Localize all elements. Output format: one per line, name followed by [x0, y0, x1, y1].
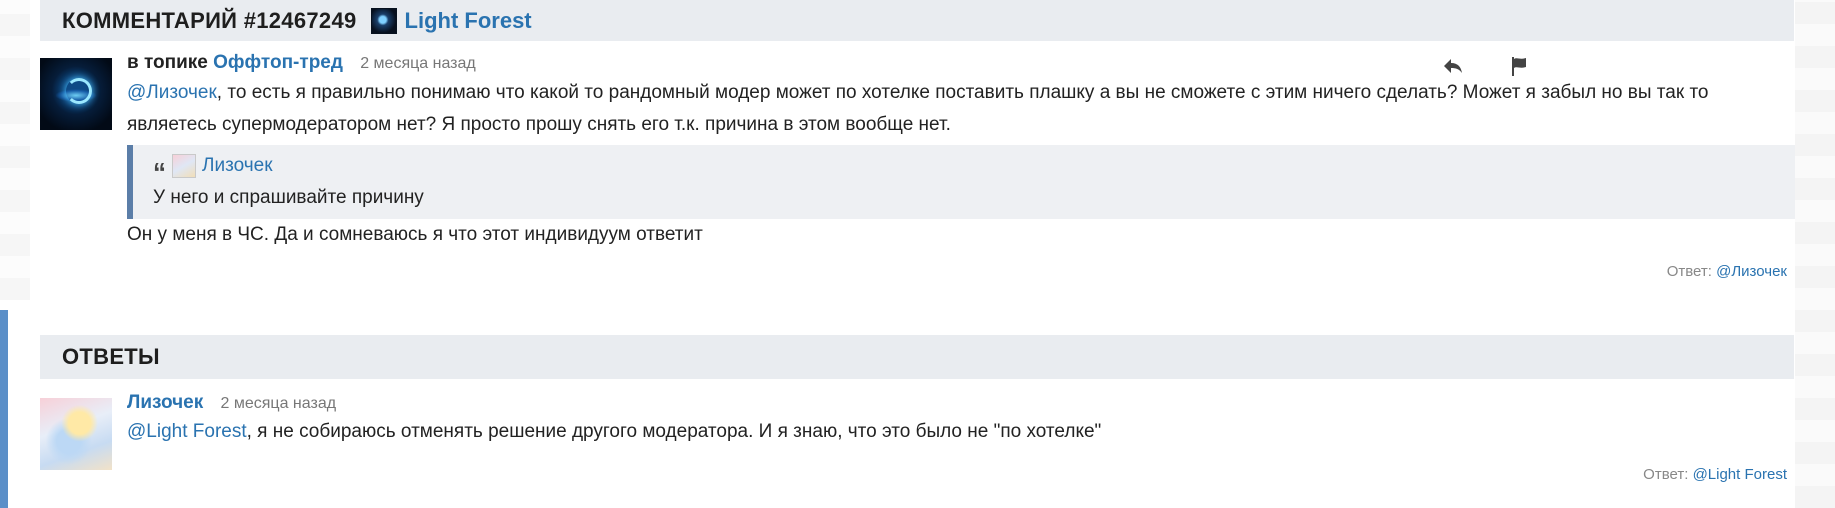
answer-reply-link[interactable]: @Light Forest	[1693, 466, 1787, 483]
answer-author-link[interactable]: Лизочек	[127, 392, 203, 413]
reply-to-label: Ответ:	[1666, 263, 1712, 280]
comment-text-line2: являетесь супермодератором нет? Я просто…	[127, 114, 951, 135]
avatar[interactable]	[40, 398, 112, 470]
answer-text: @Light Forest, я не собираюсь отменять р…	[127, 416, 1795, 448]
reply-arrow-icon[interactable]	[1442, 55, 1464, 77]
comment-reply-to: Ответ: @Лизочек	[1667, 263, 1787, 280]
quote-block: “ Лизочек У него и спрашивайте причину	[127, 145, 1795, 219]
in-topic-label: в топике	[127, 52, 208, 73]
mention-link[interactable]: @Лизочек	[127, 82, 217, 103]
quote-author-link[interactable]: Лизочек	[202, 151, 273, 181]
answer-time: 2 месяца назад	[220, 395, 337, 412]
quote-marks-icon: “	[153, 157, 166, 187]
flag-icon[interactable]	[1508, 55, 1530, 77]
comment-heading: КОММЕНТАРИЙ #12467249	[62, 7, 357, 33]
comment-content: в топике Оффтоп-тред 2 месяца назад @Лиз…	[127, 52, 1795, 251]
comment-text-line1: , то есть я правильно понимаю что какой …	[216, 82, 1709, 103]
quote-text: У него и спрашивайте причину	[153, 187, 424, 208]
answer-reply-label: Ответ:	[1643, 466, 1689, 483]
answers-heading: ОТВЕТЫ	[62, 344, 160, 369]
accent-stripe	[0, 310, 8, 508]
answer-meta: Лизочек 2 месяца назад	[127, 392, 1795, 414]
comment-author-link[interactable]: Light Forest	[405, 8, 532, 34]
avatar[interactable]	[40, 58, 112, 130]
answer-mention-link[interactable]: @Light Forest	[127, 421, 247, 442]
author-mini-avatar[interactable]	[370, 7, 397, 34]
comment-time: 2 месяца назад	[360, 55, 476, 72]
comment-meta: в топике Оффтоп-тред 2 месяца назад	[127, 52, 1795, 74]
comment-actions	[1442, 55, 1530, 77]
answer-item: Лизочек 2 месяца назад @Light Forest, я …	[127, 392, 1795, 448]
quote-author-avatar[interactable]	[172, 154, 196, 178]
reply-to-link[interactable]: @Лизочек	[1716, 263, 1787, 280]
quote-header: “ Лизочек	[153, 151, 1795, 187]
background-pattern-right	[1795, 0, 1835, 508]
background-pattern-left	[0, 0, 30, 300]
comment-header: КОММЕНТАРИЙ #12467249 Light Forest	[40, 0, 1794, 41]
answers-header: ОТВЕТЫ	[40, 335, 1794, 379]
answer-text-body: , я не собираюсь отменять решение другог…	[246, 421, 1102, 442]
answer-reply-to: Ответ: @Light Forest	[1643, 466, 1787, 483]
comment-text: @Лизочек, то есть я правильно понимаю чт…	[127, 77, 1795, 141]
topic-link[interactable]: Оффтоп-тред	[213, 52, 343, 73]
comment-text-after-quote: Он у меня в ЧС. Да и сомневаюсь я что эт…	[127, 224, 703, 245]
